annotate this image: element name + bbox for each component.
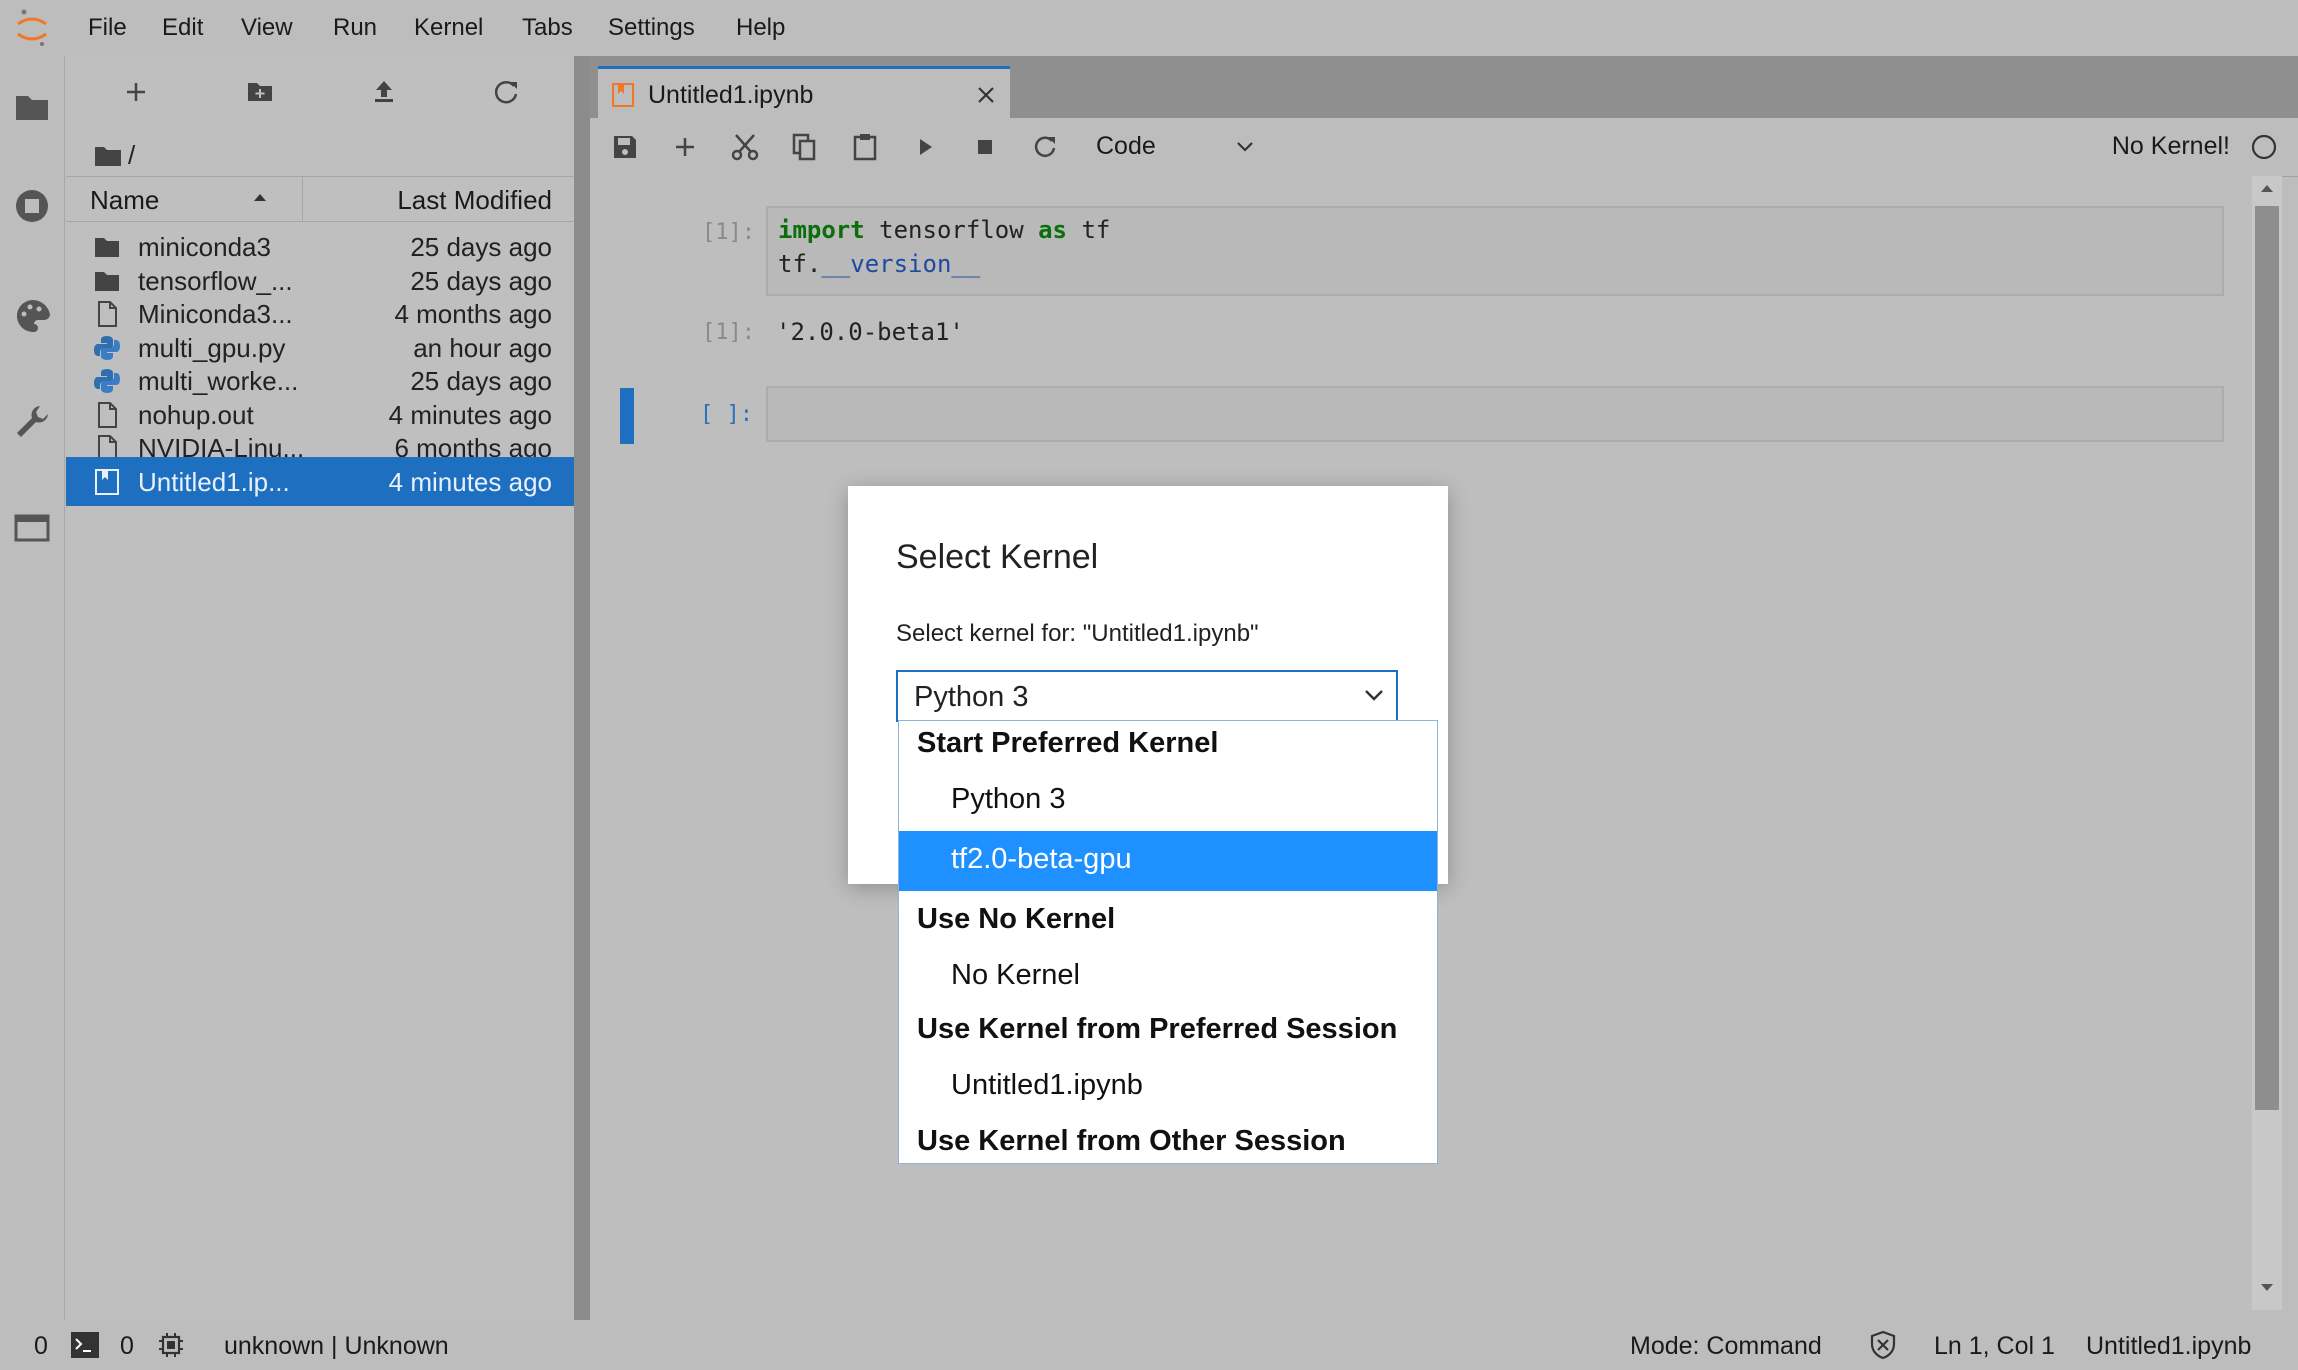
save-icon[interactable]	[608, 130, 642, 164]
menu-settings[interactable]: Settings	[608, 14, 695, 42]
keyword-as: as	[1038, 216, 1067, 244]
panel-splitter[interactable]	[574, 56, 590, 1320]
scroll-down-icon[interactable]	[2259, 1282, 2275, 1294]
keyword-import: import	[778, 216, 865, 244]
new-launcher-icon[interactable]	[114, 70, 158, 114]
tab-title: Untitled1.ipynb	[648, 81, 814, 109]
kernel-select-value: Python 3	[914, 681, 1029, 713]
column-divider[interactable]	[302, 177, 303, 221]
palette-icon[interactable]	[12, 296, 52, 336]
code-attribute: __version__	[821, 250, 981, 278]
wrench-icon[interactable]	[12, 402, 52, 442]
scrollbar-thumb[interactable]	[2255, 206, 2279, 1110]
running-sessions-icon[interactable]	[12, 186, 52, 226]
option-group-other-session: Use Kernel from Other Session	[917, 1125, 1346, 1157]
run-icon[interactable]	[908, 130, 942, 164]
file-name: Untitled1.ip...	[138, 466, 290, 497]
jupyter-logo-icon	[17, 9, 47, 46]
chevron-down-icon	[1237, 142, 1253, 152]
cell-type-dropdown[interactable]: Code	[1096, 130, 1256, 164]
sort-ascending-icon	[254, 194, 266, 201]
file-list-header: Name Last Modified	[66, 176, 574, 222]
option-label: No Kernel	[951, 959, 1080, 991]
cursor-position[interactable]: Ln 1, Col 1	[1934, 1332, 2055, 1361]
code-cell-editor[interactable]	[766, 386, 2224, 442]
option-untitled1[interactable]: Untitled1.ipynb	[899, 1057, 1437, 1117]
menu-view[interactable]: View	[241, 14, 293, 42]
active-cell-marker	[620, 388, 634, 444]
breadcrumb-root[interactable]: /	[128, 140, 135, 171]
output-prompt: [1]:	[702, 320, 755, 345]
file-browser: / Name Last Modified miniconda3 25 days a…	[66, 56, 574, 1320]
kernel-status-icon	[2251, 134, 2277, 160]
tabs-icon[interactable]	[12, 508, 52, 548]
cpu-icon[interactable]	[156, 1330, 186, 1360]
notebook-toolbar: Code No Kernel!	[590, 118, 2298, 177]
menu-tabs[interactable]: Tabs	[522, 14, 573, 42]
refresh-icon[interactable]	[484, 70, 528, 114]
code-text: tf.	[778, 250, 822, 278]
upload-icon[interactable]	[362, 70, 406, 114]
cell-output: '2.0.0-beta1'	[776, 318, 964, 346]
kernel-info[interactable]: unknown | Unknown	[224, 1332, 449, 1361]
paste-icon[interactable]	[848, 130, 882, 164]
kernel-name[interactable]: No Kernel!	[2112, 132, 2230, 161]
menu-help[interactable]: Help	[736, 14, 785, 42]
option-tf2-beta-gpu[interactable]: tf2.0-beta-gpu	[899, 831, 1437, 891]
code-line-2: tf.__version__	[778, 250, 980, 278]
new-folder-icon[interactable]	[238, 70, 282, 114]
menu-file[interactable]: File	[88, 14, 127, 42]
notebook-icon	[612, 83, 634, 107]
kernel-count[interactable]: 0	[120, 1332, 134, 1361]
option-label: tf2.0-beta-gpu	[951, 843, 1132, 875]
code-cell-editor[interactable]: import tensorflow as tf tf.__version__	[766, 206, 2224, 296]
insert-cell-icon[interactable]	[668, 130, 702, 164]
restart-icon[interactable]	[1028, 130, 1062, 164]
code-text: tf	[1067, 216, 1111, 244]
option-no-kernel[interactable]: No Kernel	[899, 947, 1437, 1007]
option-label: Python 3	[951, 783, 1066, 815]
terminal-count[interactable]: 0	[34, 1332, 48, 1361]
left-sidebar-tabs	[0, 56, 65, 1320]
close-icon[interactable]	[976, 85, 996, 105]
cell-type-value: Code	[1096, 132, 1156, 160]
tab-bar: Untitled1.ipynb	[590, 56, 2298, 121]
option-python3[interactable]: Python 3	[899, 771, 1437, 831]
mode-indicator: Mode: Command	[1630, 1332, 1822, 1360]
terminal-icon[interactable]	[70, 1331, 100, 1359]
column-name[interactable]: Name	[90, 185, 159, 216]
code-text: tensorflow	[864, 216, 1039, 244]
chevron-down-icon	[1365, 690, 1383, 701]
scroll-up-icon[interactable]	[2259, 182, 2275, 194]
kernel-select[interactable]: Python 3	[896, 670, 1398, 722]
dialog-title: Select Kernel	[896, 538, 1099, 576]
dialog-label: Select kernel for: "Untitled1.ipynb"	[896, 620, 1259, 647]
input-prompt: [ ]:	[700, 402, 753, 427]
option-group-preferred-session: Use Kernel from Preferred Session	[917, 1013, 1398, 1045]
kernel-options-list: Start Preferred Kernel Python 3 tf2.0-be…	[898, 720, 1438, 1164]
status-bar: 0 0 unknown | Unknown Mode: Command Ln 1…	[0, 1320, 2298, 1370]
menu-kernel[interactable]: Kernel	[414, 14, 483, 42]
file-modified: 4 minutes ago	[388, 466, 552, 497]
folder-icon[interactable]	[94, 144, 122, 168]
folder-icon[interactable]	[12, 86, 52, 126]
code-line-1: import tensorflow as tf	[778, 216, 1110, 244]
trusted-shield-icon[interactable]	[1868, 1330, 1898, 1360]
file-row[interactable]: Untitled1.ip... 4 minutes ago	[66, 456, 574, 506]
menu-edit[interactable]: Edit	[162, 14, 203, 42]
tab-untitled1[interactable]: Untitled1.ipynb	[598, 66, 1010, 121]
copy-icon[interactable]	[788, 130, 822, 164]
current-file: Untitled1.ipynb	[2086, 1332, 2252, 1360]
menu-bar: File Edit View Run Kernel Tabs Settings …	[0, 0, 2298, 56]
stop-icon[interactable]	[968, 130, 1002, 164]
cut-icon[interactable]	[728, 130, 762, 164]
column-last-modified[interactable]: Last Modified	[397, 185, 552, 216]
option-group-use-no-kernel: Use No Kernel	[917, 903, 1116, 935]
input-prompt: [1]:	[702, 220, 755, 245]
notebook-scrollbar[interactable]	[2252, 176, 2282, 1310]
notebook-icon	[95, 468, 119, 495]
option-group-start-preferred: Start Preferred Kernel	[917, 727, 1219, 759]
menu-run[interactable]: Run	[333, 14, 377, 42]
option-label: Untitled1.ipynb	[951, 1069, 1143, 1101]
